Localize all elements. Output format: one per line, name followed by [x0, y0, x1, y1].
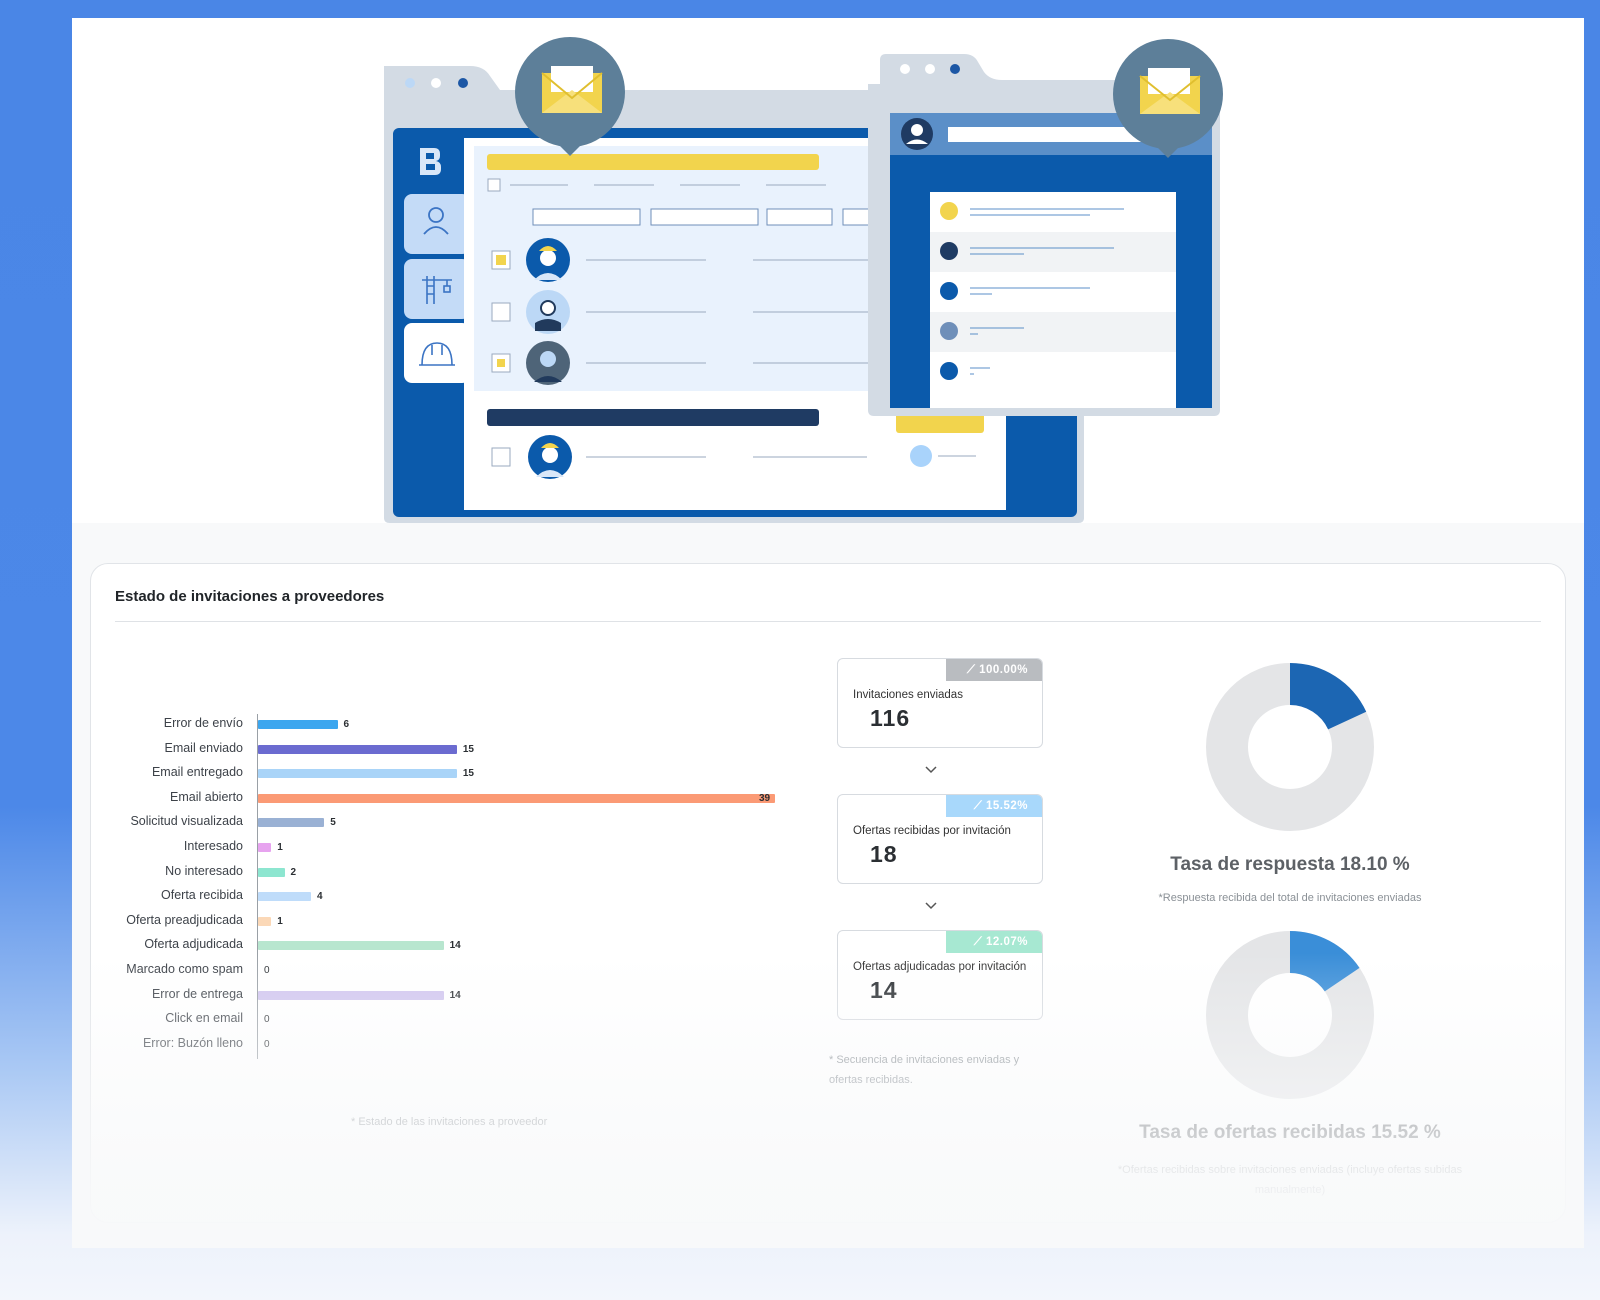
- bar-label: Error de entrega: [151, 986, 243, 1001]
- browser-window-front: [868, 39, 1223, 416]
- bar-value-label: 0: [264, 1038, 270, 1050]
- kpi-label: Ofertas adjudicadas por invitación: [853, 961, 1027, 973]
- offers-rate-note: *Ofertas recibidas sobre invitaciones en…: [1117, 1164, 1463, 1196]
- kpi-card-sent: ⟋ 100.00% Invitaciones enviadas 116: [837, 658, 1043, 748]
- bar-value-label: 6: [343, 719, 350, 730]
- bar-label: Interesado: [183, 839, 243, 853]
- chevron-down-icon: [925, 766, 937, 774]
- bar-value-label: 14: [449, 940, 461, 952]
- kpi-badge: ⟋ 15.52%: [946, 795, 1042, 817]
- kpi-value: 18: [870, 841, 898, 867]
- bar-label: Click en email: [165, 1011, 243, 1026]
- kpi-card-awarded: ⟋ 12.07% Ofertas adjudicadas por invitac…: [837, 930, 1043, 1020]
- bar-value-label: 1: [277, 842, 283, 853]
- bar-value-label: 15: [462, 743, 474, 755]
- response-rate-title: Tasa de respuesta 18.10 %: [1170, 854, 1410, 875]
- donut-segment: [1289, 931, 1360, 993]
- chevron-down-icon: [925, 902, 937, 910]
- bar-value-label: 15: [462, 768, 474, 780]
- bar-value-label: 4: [317, 891, 323, 903]
- panel-divider: [115, 621, 1541, 622]
- bar[interactable]: [258, 941, 444, 951]
- kpi-card-received: ⟋ 15.52% Ofertas recibidas por invitació…: [837, 794, 1043, 884]
- bar-label: Marcado como spam: [126, 962, 243, 976]
- donut-segment: [1288, 663, 1367, 731]
- bar-value-label: 1: [277, 915, 283, 927]
- bar-value-label: 0: [264, 1014, 270, 1026]
- bar-label: Email enviado: [164, 740, 243, 755]
- window-dot-2: [431, 78, 441, 88]
- bar[interactable]: [258, 990, 444, 1000]
- offers-rate-donut: [1206, 931, 1374, 1099]
- content-card: Estado de invitaciones a proveedores Err…: [72, 18, 1584, 1248]
- kpi-badge: ⟋ 12.07%: [946, 931, 1042, 953]
- bar-label: Oferta preadjudicada: [126, 912, 243, 927]
- kpi-label: Ofertas recibidas por invitación: [853, 825, 1011, 837]
- bar-chart-note: * Estado de las invitaciones a proveedor: [351, 1116, 548, 1128]
- sequence-note: * Secuencia de invitaciones enviadas y o…: [829, 1054, 1020, 1086]
- bar-label: Email entregado: [151, 765, 243, 780]
- bar[interactable]: [258, 867, 285, 877]
- trend-icon: ⟋: [966, 664, 980, 676]
- bar[interactable]: [258, 744, 457, 754]
- window-dot-3: [458, 78, 468, 88]
- bar-label: Solicitud visualizada: [130, 814, 243, 829]
- illustration: [384, 37, 1223, 523]
- bar-label: Error de envío: [163, 716, 243, 730]
- bar-value-label: 14: [449, 989, 461, 1001]
- kpi-label: Invitaciones enviadas: [853, 689, 963, 701]
- trend-icon: ⟋: [973, 936, 986, 948]
- bar[interactable]: [258, 843, 272, 852]
- bar-value-label: 2: [290, 866, 297, 878]
- bar[interactable]: [258, 769, 457, 779]
- bar[interactable]: [258, 892, 312, 902]
- status-bar-chart: Error de envío 6 Email enviado 15 Email entr…: [91, 704, 821, 1074]
- bar-label: Email abierto: [170, 789, 243, 804]
- bar-value-label: 5: [330, 817, 336, 829]
- response-rate-donut: [1206, 663, 1374, 831]
- kpi-value: 14: [870, 977, 898, 1003]
- bar-label: No interesado: [165, 863, 243, 878]
- bar-label: Oferta adjudicada: [144, 937, 243, 952]
- panel-title: Estado de invitaciones a proveedores: [115, 588, 385, 605]
- kpi-badge: ⟋ 100.00%: [946, 659, 1042, 681]
- window-dot-1: [405, 78, 415, 88]
- chart-axis: [257, 714, 258, 1059]
- trend-icon: ⟋: [973, 800, 986, 812]
- response-rate-note: *Respuesta recibida del total de invitac…: [1158, 892, 1422, 904]
- offers-rate-title: Tasa de ofertas recibidas 15.52 %: [1139, 1122, 1441, 1143]
- bar-label: Error: Buzón lleno: [142, 1035, 243, 1050]
- kpi-value: 116: [870, 705, 911, 731]
- bar[interactable]: [258, 818, 325, 828]
- bar-label: Oferta recibida: [161, 888, 243, 903]
- bar-value-label: 0: [264, 965, 270, 976]
- bar-value-label: 39: [759, 792, 771, 804]
- bar[interactable]: [258, 916, 272, 926]
- bar[interactable]: [258, 793, 775, 803]
- bar[interactable]: [258, 720, 338, 729]
- invitations-panel: Estado de invitaciones a proveedores Err…: [90, 563, 1566, 1223]
- dashboard-section: Estado de invitaciones a proveedores Err…: [72, 523, 1584, 1248]
